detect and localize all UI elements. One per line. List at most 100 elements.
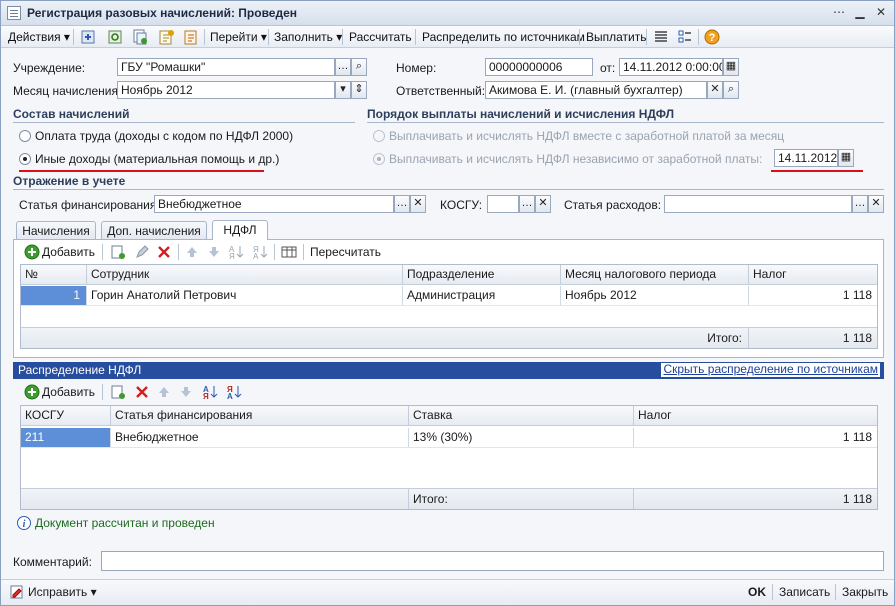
payment-option2-label[interactable]: Выплачивать и исчислять НДФЛ независимо … [389,152,762,166]
checklist-icon[interactable] [677,29,693,45]
column-header[interactable]: КОСГУ [21,406,111,426]
search-icon[interactable]: ⌕ [351,58,367,76]
tax-cell[interactable]: 1 118 [749,286,877,305]
employee-cell[interactable]: Горин Анатолий Петрович [87,286,403,305]
list-view-icon[interactable] [653,29,669,45]
financing-select-button[interactable]: … [394,195,410,213]
calendar-icon[interactable]: ▦ [838,149,854,167]
close-button[interactable]: Закрыть [842,585,888,599]
tax-month-cell[interactable]: Ноябрь 2012 [561,286,749,305]
add-icon[interactable] [24,244,40,260]
copy-icon[interactable] [132,29,148,45]
report-icon[interactable] [183,29,199,45]
tab-ndfl[interactable]: НДФЛ [212,220,268,240]
responsible-field[interactable]: Акимова Е. И. (главный бухгалтер) [485,81,707,99]
close-window-button[interactable]: ✕ [870,5,892,22]
sort-desc-icon[interactable]: ЯА [226,384,242,400]
help-icon[interactable]: ? [704,29,720,45]
rate-cell[interactable]: 13% (30%) [409,428,634,447]
recalc-button[interactable]: Пересчитать [310,245,381,259]
column-header[interactable]: № [21,265,87,285]
sort-asc-icon[interactable]: АЯ [228,244,244,260]
date-field[interactable]: 14.11.2012 0:00:00 [619,58,723,76]
column-header[interactable]: Статья финансирования [111,406,409,426]
month-dropdown-button[interactable]: ▾ [335,81,351,99]
comment-field[interactable] [101,551,884,571]
column-header[interactable]: Налог [634,406,877,426]
save-button[interactable]: Записать [779,585,830,599]
clear-financing-icon[interactable]: ✕ [410,195,426,213]
add-distribution-button[interactable]: Добавить [42,385,95,399]
move-down-icon[interactable] [206,244,222,260]
clear-kosgu-icon[interactable]: ✕ [535,195,551,213]
payment-date-field[interactable]: 14.11.2012 [774,149,838,167]
expense-field[interactable] [664,195,852,213]
actions-menu[interactable]: Действия ▾ [8,29,70,45]
payment-option2-radio[interactable] [373,153,385,165]
number-field[interactable]: 00000000006 [485,58,593,76]
move-up-icon[interactable] [156,384,172,400]
clear-responsible-icon[interactable]: ✕ [707,81,723,99]
goto-menu[interactable]: Перейти ▾ [210,29,267,45]
institution-select-button[interactable]: … [335,58,351,76]
tax-cell[interactable]: 1 118 [634,428,877,447]
composition-option1-radio[interactable] [19,130,31,142]
kosgu-field[interactable] [487,195,519,213]
column-header[interactable]: Налог [749,265,877,285]
comment-label: Комментарий: [13,555,92,569]
institution-field[interactable]: ГБУ "Ромашки" [117,58,335,76]
section-divider [367,122,884,123]
document-window: Регистрация разовых начислений: Проведен… [0,0,895,606]
ok-button[interactable]: OK [748,585,766,599]
svg-text:i: i [23,519,26,530]
fill-menu[interactable]: Заполнить ▾ [274,29,342,45]
composition-option2-radio[interactable] [19,153,31,165]
fix-icon[interactable] [9,584,25,600]
tab-accruals[interactable]: Начисления [16,221,96,240]
column-header[interactable]: Сотрудник [87,265,403,285]
calculate-button[interactable]: Рассчитать [349,29,412,45]
copy-row-icon[interactable] [110,384,126,400]
status-text: Документ рассчитан и проведен [35,516,215,530]
delete-icon[interactable] [156,244,172,260]
refresh-icon[interactable] [107,29,123,45]
move-down-icon[interactable] [178,384,194,400]
financing-cell[interactable]: Внебюджетное [111,428,409,447]
kosgu-cell[interactable]: 211 [21,428,111,447]
post-icon[interactable] [80,29,96,45]
more-icon[interactable]: ⋯ [828,5,850,22]
minimize-button[interactable]: ▁ [849,5,871,22]
sort-desc-icon[interactable]: ЯА [252,244,268,260]
tab-extra-accruals[interactable]: Доп. начисления [101,221,207,240]
edit-icon[interactable] [134,244,150,260]
clear-expense-icon[interactable]: ✕ [868,195,884,213]
composition-option2-label[interactable]: Иные доходы (материальная помощь и др.) [35,152,279,166]
delete-icon[interactable] [134,384,150,400]
month-stepper[interactable]: ⇕ [351,81,367,99]
add-icon[interactable] [24,384,40,400]
column-header[interactable]: Месяц налогового периода [561,265,749,285]
payment-option1-label[interactable]: Выплачивать и исчислять НДФЛ вместе с за… [389,129,784,143]
column-header[interactable]: Ставка [409,406,634,426]
kosgu-select-button[interactable]: … [519,195,535,213]
move-up-icon[interactable] [184,244,200,260]
structure-icon[interactable] [158,29,174,45]
distribute-button[interactable]: Распределить по источникам [422,29,585,45]
copy-row-icon[interactable] [110,244,126,260]
pay-button[interactable]: Выплатить [586,29,647,45]
month-field[interactable]: Ноябрь 2012 [117,81,335,99]
table-settings-icon[interactable] [281,244,297,260]
add-button[interactable]: Добавить [42,245,95,259]
column-header[interactable]: Подразделение [403,265,561,285]
row-number-cell[interactable]: 1 [21,286,87,305]
calendar-icon[interactable]: ▦ [723,58,739,76]
search-icon[interactable]: ⌕ [723,81,739,99]
payment-option1-radio[interactable] [373,130,385,142]
fix-menu[interactable]: Исправить ▾ [28,585,97,599]
composition-option1-label[interactable]: Оплата труда (доходы с кодом по НДФЛ 200… [35,129,293,143]
department-cell[interactable]: Администрация [403,286,561,305]
hide-distribution-link[interactable]: Скрыть распределение по источникам [661,363,880,377]
sort-asc-icon[interactable]: АЯ [202,384,218,400]
financing-field[interactable]: Внебюджетное [154,195,394,213]
expense-select-button[interactable]: … [852,195,868,213]
